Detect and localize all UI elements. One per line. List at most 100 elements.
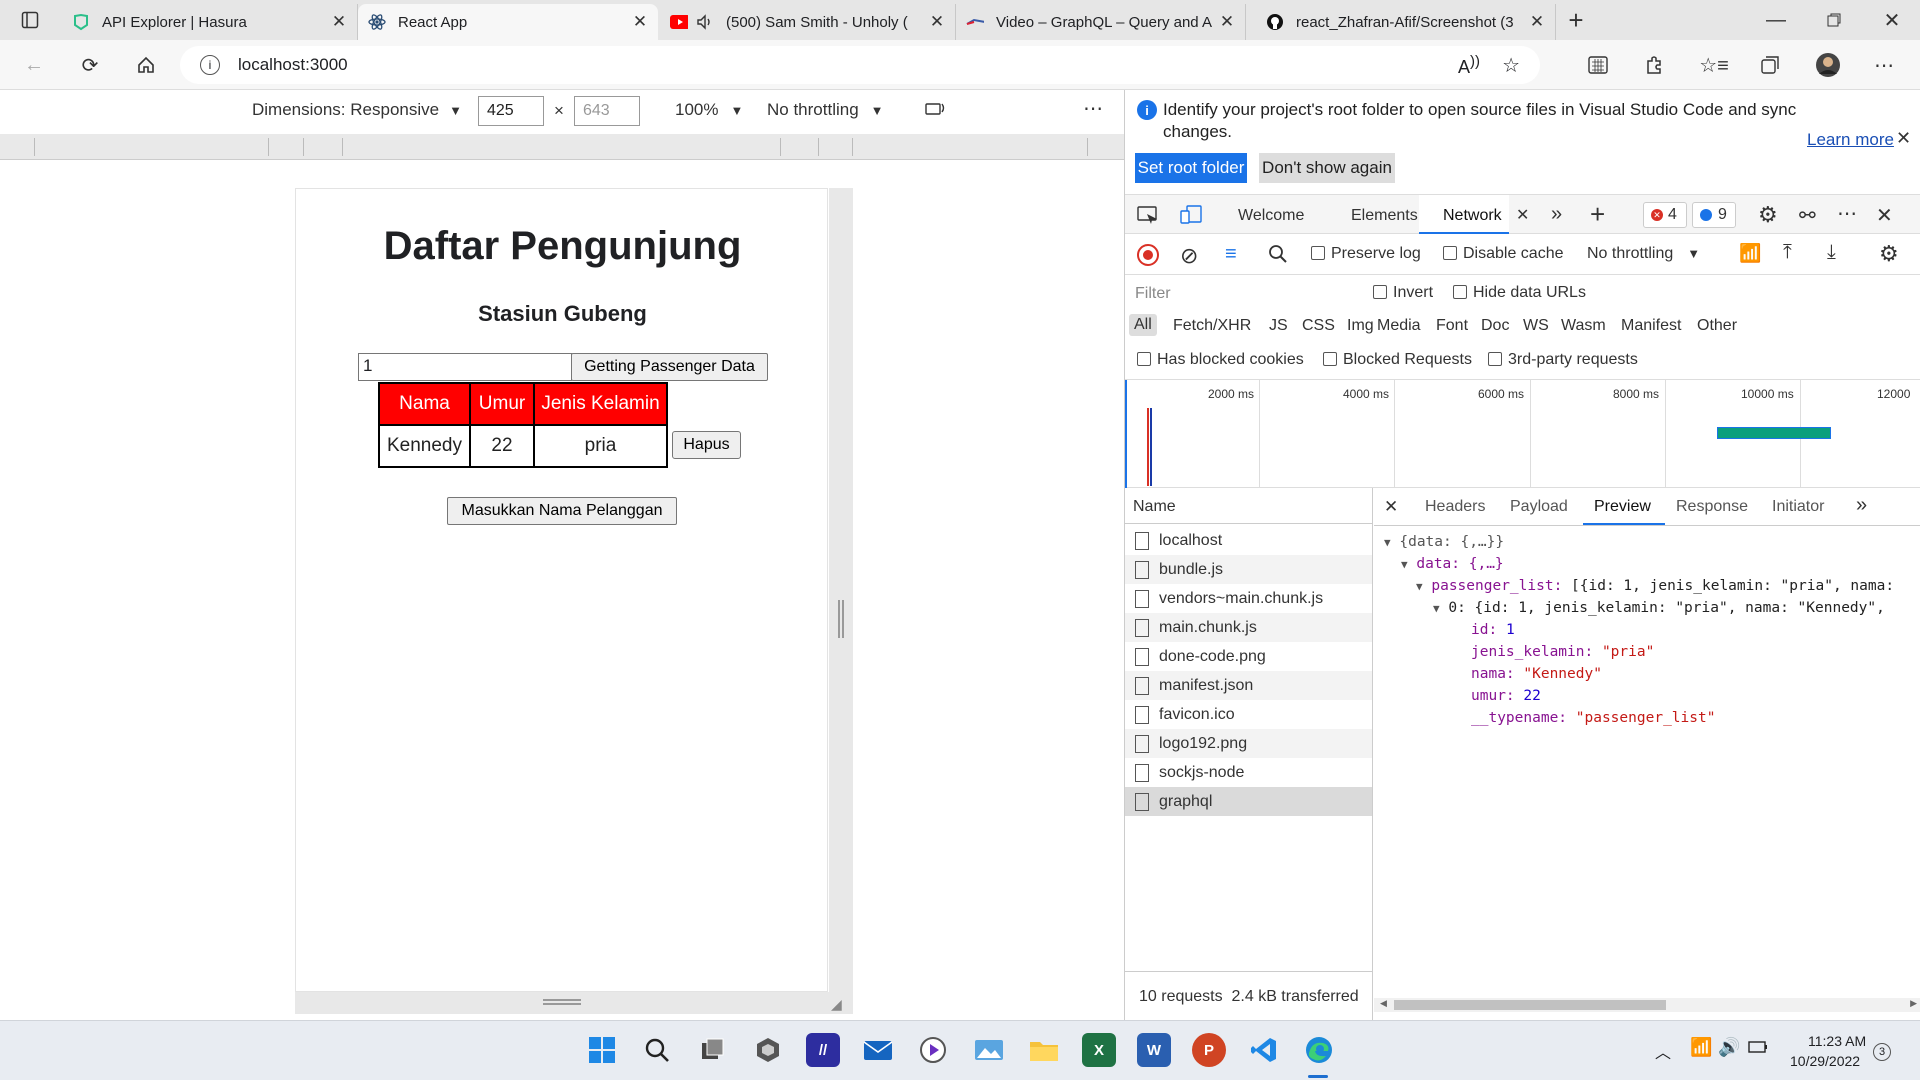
media-player-icon[interactable] — [916, 1033, 950, 1067]
chevron-up-icon[interactable]: ︿ — [1655, 1039, 1671, 1063]
favorites-icon[interactable]: ☆≡ — [1698, 49, 1730, 81]
errors-badge[interactable] — [1643, 202, 1687, 228]
inspect-icon[interactable] — [1137, 205, 1159, 225]
type-filter-img[interactable]: Img — [1347, 317, 1374, 335]
close-window-icon[interactable]: ✕ — [1876, 4, 1908, 36]
notification-badge[interactable]: 3 — [1873, 1043, 1891, 1061]
close-icon[interactable]: ✕ — [1219, 12, 1235, 32]
more-menu-icon[interactable]: ⋯ — [1868, 49, 1900, 81]
mail-icon[interactable] — [861, 1033, 895, 1067]
scrollbar-thumb[interactable] — [1394, 1000, 1666, 1010]
type-filter-ws[interactable]: WS — [1523, 317, 1549, 335]
add-customer-button[interactable]: Masukkan Nama Pelanggan — [447, 497, 677, 525]
task-view-icon[interactable] — [696, 1033, 730, 1067]
export-har-icon[interactable]: ⤓ — [1827, 241, 1836, 264]
clock-time[interactable]: 11:23 AM — [1808, 1033, 1866, 1049]
reload-icon[interactable]: ⟳ — [74, 49, 106, 81]
preserve-log-checkbox[interactable]: Preserve log — [1311, 245, 1421, 263]
import-har-icon[interactable]: ⤒ — [1783, 241, 1792, 264]
throttling-select[interactable]: No throttling ▼ — [767, 100, 884, 120]
request-item[interactable]: main.chunk.js — [1125, 613, 1372, 642]
close-icon[interactable]: ✕ — [331, 12, 347, 32]
type-filter-doc[interactable]: Doc — [1481, 317, 1509, 335]
record-stop-icon[interactable] — [1137, 244, 1159, 266]
favorite-star-icon[interactable]: ☆ — [1502, 53, 1520, 78]
get-passenger-button[interactable]: Getting Passenger Data — [571, 353, 768, 381]
dimensions-select[interactable]: Dimensions: Responsive ▼ — [252, 100, 462, 120]
request-item[interactable]: localhost — [1125, 526, 1372, 555]
height-input[interactable]: 643 — [574, 96, 640, 126]
request-item[interactable]: vendors~main.chunk.js — [1125, 584, 1372, 613]
third-party-checkbox[interactable]: 3rd-party requests — [1488, 351, 1638, 369]
blocked-requests-checkbox[interactable]: Blocked Requests — [1323, 351, 1472, 369]
tab-welcome[interactable]: Welcome — [1238, 207, 1304, 225]
hide-data-urls-checkbox[interactable]: Hide data URLs — [1453, 284, 1586, 302]
back-icon[interactable]: ← — [18, 49, 50, 81]
name-column-header[interactable]: Name — [1125, 488, 1372, 524]
tab-actions-icon[interactable] — [14, 4, 46, 36]
settings-gear-icon[interactable]: ⚙ — [1758, 202, 1778, 228]
customize-icon[interactable]: ⚯ — [1799, 203, 1816, 228]
rotate-icon[interactable] — [924, 100, 946, 118]
tab-hasura[interactable]: API Explorer | Hasura ✕ — [62, 4, 358, 40]
volume-icon[interactable]: 🔊 — [1718, 1037, 1740, 1058]
caret-down-icon[interactable]: ▼ — [1416, 580, 1423, 593]
network-conditions-icon[interactable]: 📶 — [1739, 243, 1761, 264]
new-tab-icon[interactable]: + — [1560, 4, 1592, 36]
request-item[interactable]: logo192.png — [1125, 729, 1372, 758]
home-icon[interactable] — [130, 49, 162, 81]
unity-hub-icon[interactable] — [751, 1033, 785, 1067]
request-item[interactable]: manifest.json — [1125, 671, 1372, 700]
device-toggle-icon[interactable] — [1179, 205, 1203, 225]
tab-headers[interactable]: Headers — [1425, 498, 1485, 516]
resize-handle-bottom[interactable]: ◢ — [295, 992, 853, 1014]
tab-payload[interactable]: Payload — [1510, 498, 1568, 516]
excel-icon[interactable]: X — [1082, 1033, 1116, 1067]
messages-badge[interactable] — [1692, 202, 1736, 228]
tab-response[interactable]: Response — [1676, 498, 1748, 516]
profile-avatar[interactable] — [1812, 49, 1844, 81]
type-filter-font[interactable]: Font — [1436, 317, 1468, 335]
network-settings-icon[interactable]: ⚙ — [1879, 241, 1899, 267]
request-item-selected[interactable]: graphql — [1125, 787, 1372, 816]
network-throttling-select[interactable]: No throttling ▼ — [1587, 245, 1700, 263]
type-filter-manifest[interactable]: Manifest — [1621, 317, 1681, 335]
filter-icon[interactable]: ≡ — [1225, 243, 1237, 266]
more-tabs-icon[interactable]: » — [1551, 203, 1562, 226]
json-line[interactable]: ▼ 0: {id: 1, jenis_kelamin: "pria", nama… — [1433, 600, 1885, 616]
request-item[interactable]: bundle.js — [1125, 555, 1372, 584]
type-filter-fetch[interactable]: Fetch/XHR — [1173, 317, 1251, 335]
tab-youtube[interactable]: (500) Sam Smith - Unholy ( ✕ — [660, 4, 956, 40]
close-infobar-icon[interactable]: ✕ — [1896, 128, 1911, 149]
search-icon[interactable] — [640, 1033, 674, 1067]
battery-icon[interactable] — [1748, 1041, 1768, 1053]
json-line[interactable]: ▼ {data: {,…}} — [1384, 534, 1504, 550]
add-tab-icon[interactable]: + — [1590, 199, 1605, 230]
type-filter-css[interactable]: CSS — [1302, 317, 1335, 335]
edge-icon[interactable] — [1302, 1033, 1336, 1067]
restore-icon[interactable] — [1818, 4, 1850, 36]
search-icon[interactable] — [1268, 244, 1288, 264]
vscode-icon[interactable] — [1247, 1033, 1281, 1067]
request-item[interactable]: sockjs-node — [1125, 758, 1372, 787]
caret-down-icon[interactable]: ▼ — [1384, 536, 1391, 549]
request-item[interactable]: done-code.png — [1125, 642, 1372, 671]
collections-icon[interactable] — [1754, 49, 1786, 81]
resize-handle-right[interactable] — [829, 188, 853, 992]
type-filter-wasm[interactable]: Wasm — [1561, 317, 1606, 335]
tab-react-app[interactable]: React App ✕ — [358, 4, 658, 40]
tab-elements[interactable]: Elements — [1351, 207, 1418, 225]
caret-down-icon[interactable]: ▼ — [1433, 602, 1440, 615]
zoom-select[interactable]: 100% ▼ — [675, 100, 743, 120]
photos-icon[interactable] — [972, 1033, 1006, 1067]
minimize-icon[interactable]: — — [1760, 4, 1792, 36]
more-icon[interactable]: ⋯ — [1837, 201, 1857, 226]
json-line[interactable]: ▼ data: {,…} — [1401, 556, 1504, 572]
speaker-icon[interactable] — [696, 13, 714, 31]
tab-github[interactable]: react_Zhafran-Afif/Screenshot (3 ✕ — [1256, 4, 1556, 40]
scroll-left-icon[interactable]: ◀ — [1380, 998, 1387, 1009]
json-line[interactable]: ▼ passenger_list: [{id: 1, jenis_kelamin… — [1416, 578, 1894, 594]
wifi-icon[interactable]: 📶 — [1690, 1037, 1712, 1058]
type-filter-js[interactable]: JS — [1269, 317, 1288, 335]
request-item[interactable]: favicon.ico — [1125, 700, 1372, 729]
